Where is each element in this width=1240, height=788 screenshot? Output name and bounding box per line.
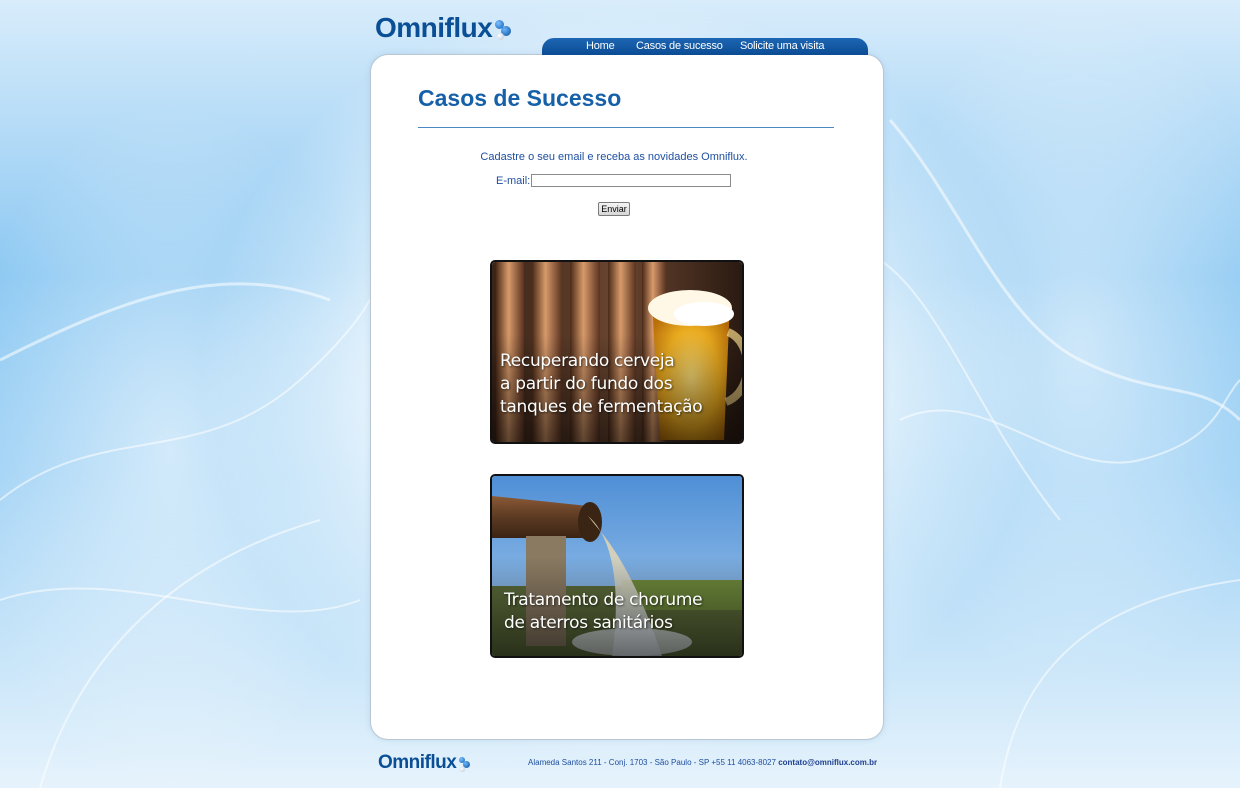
case-caption-beer: Recuperando cerveja a partir do fundo do… — [500, 351, 703, 417]
footer-logo-molecule-icon — [458, 752, 471, 774]
logo-molecule-icon — [494, 13, 512, 43]
content-panel: Casos de Sucesso Cadastre o seu email e … — [370, 54, 884, 740]
send-button[interactable]: Enviar — [598, 202, 630, 216]
case-card-beer[interactable]: Recuperando cerveja a partir do fundo do… — [490, 260, 744, 444]
main-nav: Home Casos de sucesso Solicite uma visit… — [542, 38, 868, 55]
newsletter-text: Cadastre o seu email e receba as novidad… — [480, 151, 748, 163]
title-divider — [418, 127, 834, 128]
footer-email-link[interactable]: contato@omniflux.com.br — [778, 758, 877, 767]
omniflux-logo[interactable]: Omniflux — [375, 10, 512, 46]
logo-text: Omniflux — [375, 12, 493, 43]
nav-item-casos-de-sucesso[interactable]: Casos de sucesso — [636, 40, 723, 52]
nav-item-solicite-visita[interactable]: Solicite uma visita — [740, 40, 824, 52]
page-title: Casos de Sucesso — [418, 85, 622, 111]
footer-logo[interactable]: Omniflux — [378, 750, 471, 776]
nav-item-home[interactable]: Home — [586, 40, 615, 52]
email-label: E-mail: — [496, 175, 531, 187]
case-caption-landfill: Tratamento de chorume de aterros sanitár… — [504, 590, 703, 633]
footer-address: Alameda Santos 211 - Conj. 1703 - São Pa… — [528, 758, 776, 767]
case-card-landfill[interactable]: Tratamento de chorume de aterros sanitár… — [490, 474, 744, 658]
footer-address-line: Alameda Santos 211 - Conj. 1703 - São Pa… — [528, 758, 877, 767]
footer-logo-text: Omniflux — [378, 752, 457, 773]
email-input[interactable] — [531, 174, 731, 187]
